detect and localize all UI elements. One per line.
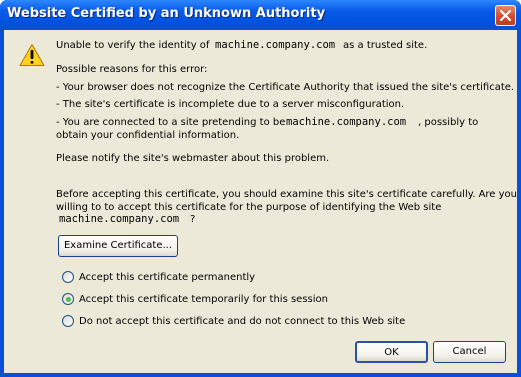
dialog-body: Unable to verify the identity of machine…: [4, 30, 517, 373]
warning-triangle-icon: [19, 44, 45, 66]
site-name: machine.company.com: [59, 213, 180, 225]
reason-3: - You are connected to a site pretending…: [56, 117, 286, 128]
certificate-dialog: Website Certified by an Unknown Authorit…: [0, 0, 521, 377]
site-name: machine.company.com: [215, 39, 336, 51]
notify-text: Please notify the site's webmaster about…: [56, 153, 330, 164]
close-button[interactable]: [495, 5, 516, 26]
site-name: machine.company.com: [286, 116, 407, 128]
cancel-button[interactable]: Cancel: [433, 341, 506, 363]
option-label-permanent[interactable]: Accept this certificate permanently: [79, 271, 255, 284]
reason-3-suffix: , possibly to: [418, 117, 479, 128]
window-title: Website Certified by an Unknown Authorit…: [7, 6, 326, 21]
option-label-reject[interactable]: Do not accept this certificate and do no…: [79, 315, 405, 328]
radio-accept-permanently[interactable]: [62, 271, 74, 283]
ok-button[interactable]: OK: [355, 341, 428, 363]
reason-1: - Your browser does not recognize the Ce…: [56, 82, 515, 93]
identity-text-suffix: as a trusted site.: [343, 40, 428, 51]
option-label-session[interactable]: Accept this certificate temporarily for …: [79, 293, 328, 306]
question-mark: ?: [190, 214, 196, 225]
before-text-1: Before accepting this certificate, you s…: [56, 189, 518, 200]
examine-certificate-button[interactable]: Examine Certificate...: [58, 235, 178, 257]
reason-3-line2: obtain your confidential information.: [56, 130, 240, 141]
title-bar[interactable]: Website Certified by an Unknown Authorit…: [0, 0, 521, 30]
close-icon: [500, 10, 511, 21]
radio-do-not-accept[interactable]: [62, 315, 74, 327]
identity-text: Unable to verify the identity of: [56, 40, 210, 51]
radio-selected-dot: [65, 296, 71, 302]
reasons-heading: Possible reasons for this error:: [56, 64, 208, 75]
reason-2: - The site's certificate is incomplete d…: [56, 99, 405, 110]
radio-accept-session[interactable]: [62, 293, 74, 305]
